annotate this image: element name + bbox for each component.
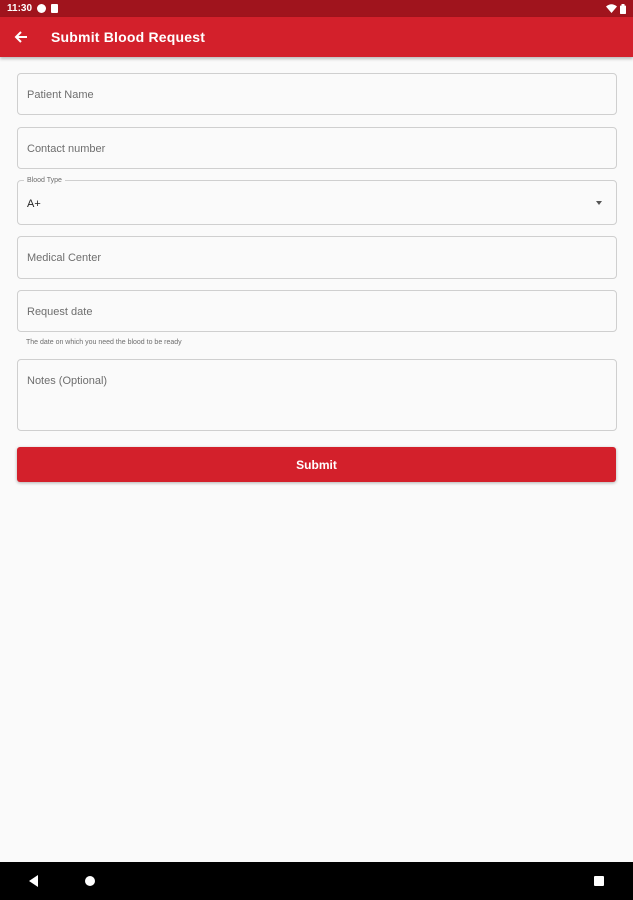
notes-placeholder: Notes (Optional) (27, 375, 108, 387)
contact-number-placeholder: Contact number (27, 143, 106, 155)
wifi-icon (606, 4, 617, 13)
dropdown-arrow-icon (596, 201, 602, 205)
notification-icon (37, 4, 47, 13)
patient-name-field[interactable]: Patient Name (17, 73, 617, 115)
submit-button[interactable]: Submit (17, 447, 616, 482)
blood-type-select[interactable]: Blood Type A+ (17, 176, 617, 225)
navigation-bar (0, 862, 633, 900)
contact-number-field[interactable]: Contact number (17, 127, 617, 169)
recents-square-icon[interactable] (594, 876, 604, 886)
back-button[interactable] (1, 17, 41, 57)
page-title: Submit Blood Request (51, 29, 206, 45)
app-bar: Submit Blood Request (0, 17, 633, 57)
home-circle-icon[interactable] (85, 876, 95, 886)
medical-center-field[interactable]: Medical Center (17, 236, 617, 279)
battery-icon (620, 3, 626, 14)
back-triangle-icon[interactable] (29, 875, 38, 887)
notes-field[interactable]: Notes (Optional) (17, 359, 617, 431)
blood-type-value: A+ (27, 198, 41, 210)
request-date-placeholder: Request date (27, 306, 93, 318)
arrow-left-icon (14, 31, 27, 43)
sim-card-icon (51, 4, 59, 13)
status-time: 11:30 (7, 3, 33, 14)
medical-center-placeholder: Medical Center (27, 252, 101, 264)
patient-name-placeholder: Patient Name (27, 89, 94, 101)
status-bar: 11:30 (0, 0, 633, 17)
request-date-field[interactable]: Request date (17, 290, 617, 332)
blood-type-label: Blood Type (24, 176, 65, 185)
request-date-helper: The date on which you need the blood to … (26, 339, 182, 346)
